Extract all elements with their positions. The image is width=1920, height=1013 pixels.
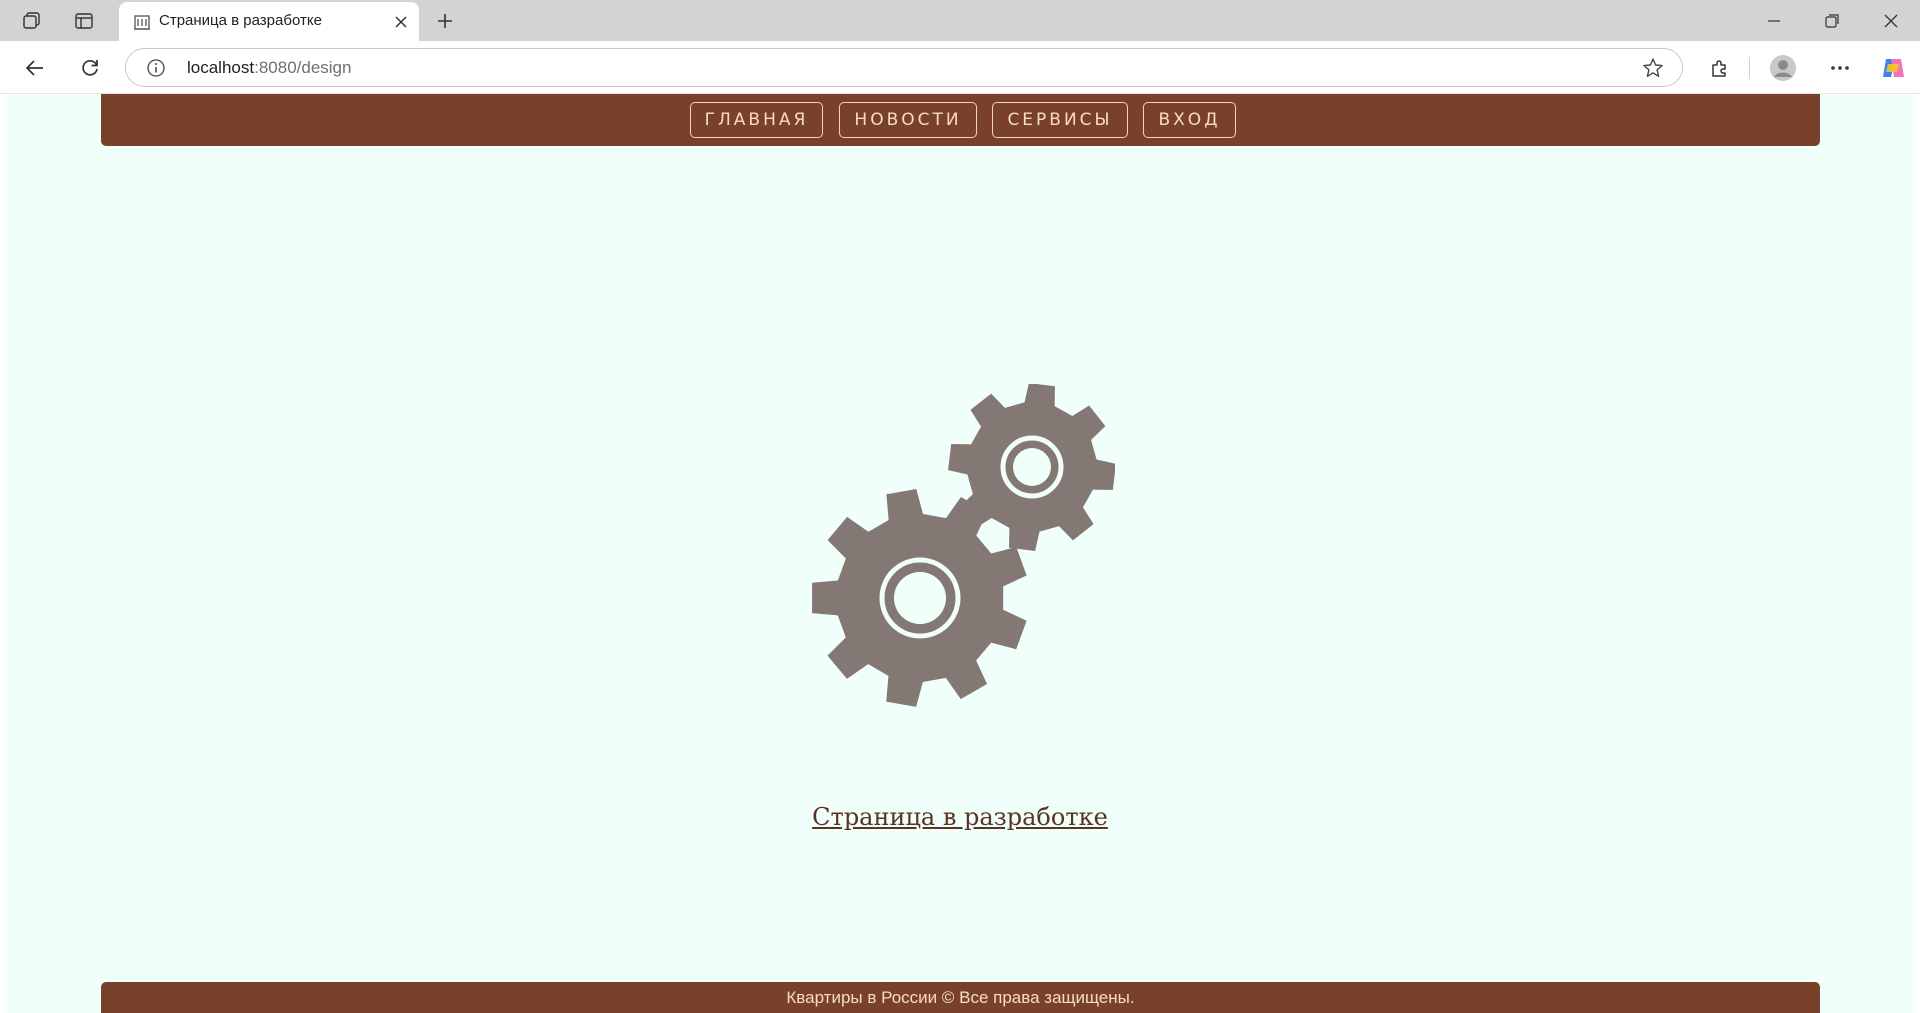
nav-link-login[interactable]: ВХОД [1143, 102, 1236, 138]
url-path: :8080/design [254, 58, 352, 77]
profile-avatar-icon[interactable] [1768, 53, 1798, 83]
large-gear-icon [812, 489, 1027, 707]
reload-button[interactable] [75, 53, 105, 83]
browser-toolbar: localhost:8080/design [0, 41, 1920, 94]
building-icon [133, 13, 151, 31]
nav-link-home[interactable]: ГЛАВНАЯ [690, 102, 823, 138]
more-menu-icon[interactable] [1825, 53, 1855, 83]
nav-link-news[interactable]: НОВОСТИ [839, 102, 977, 138]
close-tab-icon[interactable] [390, 11, 412, 33]
under-construction-link[interactable]: Страница в разработке [812, 803, 1108, 831]
nav-link-services[interactable]: СЕРВИСЫ [992, 102, 1128, 138]
under-construction-link-wrap: Страница в разработке [4, 803, 1916, 831]
workspaces-icon[interactable] [18, 7, 46, 35]
address-bar[interactable]: localhost:8080/design [125, 48, 1683, 87]
close-window-button[interactable] [1862, 0, 1920, 41]
copilot-icon[interactable] [1878, 53, 1908, 83]
site-info-icon[interactable] [146, 58, 166, 78]
gears-icon [805, 383, 1116, 714]
favorite-star-icon[interactable] [1642, 57, 1664, 79]
browser-tab-active[interactable]: Страница в разработке [119, 2, 419, 41]
url-host: localhost [187, 58, 255, 77]
new-tab-button[interactable] [431, 7, 459, 35]
url-text: localhost:8080/design [187, 58, 351, 78]
main-navigation: ГЛАВНАЯ НОВОСТИ СЕРВИСЫ ВХОД [101, 94, 1820, 146]
back-button[interactable] [20, 53, 50, 83]
restore-window-button[interactable] [1803, 0, 1861, 41]
browser-tab-bar: Страница в разработке [0, 0, 1920, 41]
toolbar-separator [1749, 57, 1750, 79]
tab-title: Страница в разработке [159, 12, 322, 29]
footer-copyright: Квартиры в России © Все права защищены. [786, 987, 1135, 1007]
tab-actions-icon[interactable] [70, 7, 98, 35]
minimize-window-button[interactable] [1745, 0, 1803, 41]
footer: Квартиры в России © Все права защищены. [101, 982, 1820, 1013]
page-content: ГЛАВНАЯ НОВОСТИ СЕРВИСЫ ВХОД Страница в … [4, 94, 1916, 1013]
extensions-icon[interactable] [1705, 53, 1735, 83]
